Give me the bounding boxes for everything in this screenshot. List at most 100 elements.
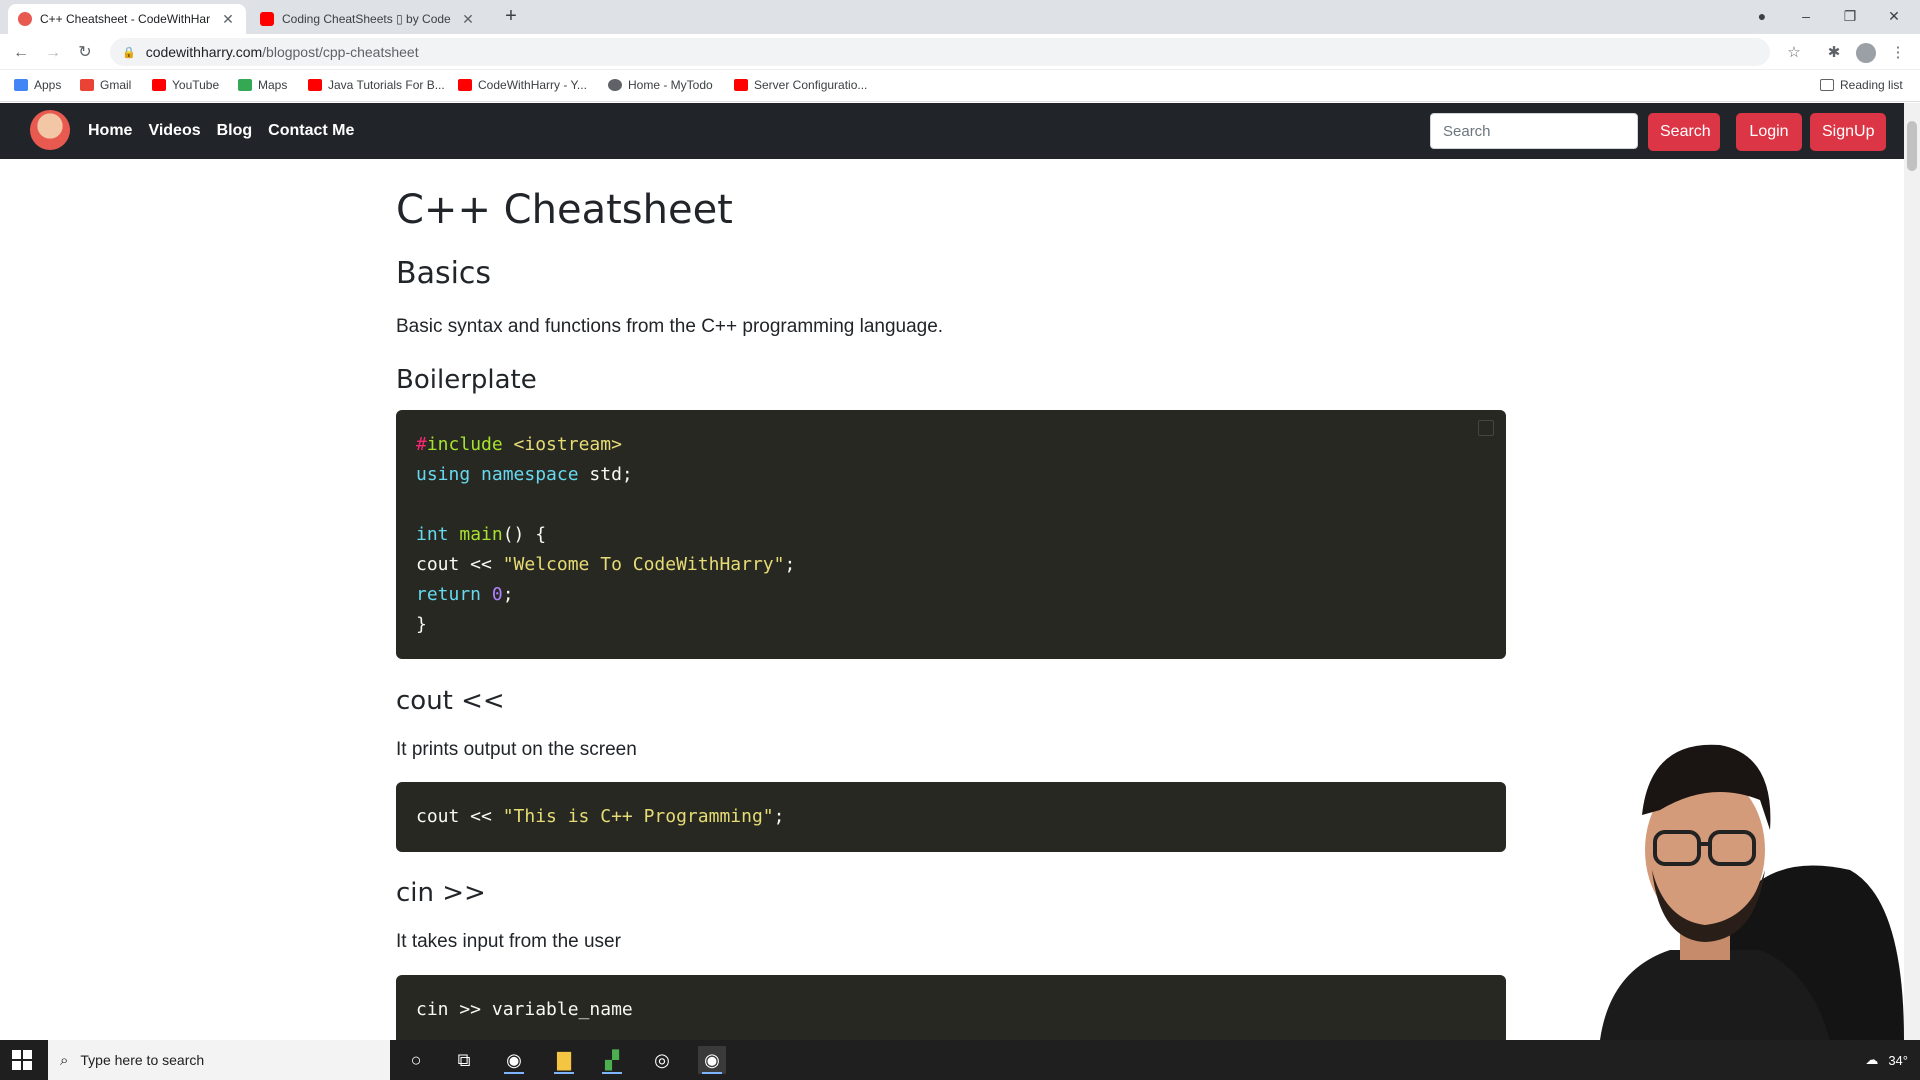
bookmark-apps[interactable]: Apps <box>14 78 61 92</box>
reading-list[interactable]: Reading list <box>1820 78 1903 92</box>
bookmark-youtube[interactable]: YouTube <box>152 78 219 92</box>
code-line: cin >> variable_name <box>416 999 633 1020</box>
code-block-boilerplate: #include <iostream> using namespace std;… <box>396 410 1506 659</box>
url-bar[interactable]: 🔒 codewithharry.com /blogpost/cpp-cheats… <box>110 38 1770 66</box>
extensions-icon[interactable]: ✱ <box>1824 43 1844 63</box>
bookmark-label: Home - MyTodo <box>628 78 713 92</box>
webcam-presenter-overlay <box>1560 720 1904 1040</box>
cin-description: It takes input from the user <box>396 931 621 952</box>
bookmark-label: Gmail <box>100 78 132 92</box>
chrome-icon[interactable]: ◉ <box>500 1046 528 1074</box>
bookmarks-bar: Apps Gmail YouTube Maps Java Tutorials F… <box>0 70 1920 102</box>
close-window-icon[interactable]: ✕ <box>1872 0 1916 34</box>
cortana-icon[interactable]: ○ <box>402 1046 430 1074</box>
code-line: using namespace std; <box>416 464 633 485</box>
section-heading-cout: cout << <box>396 686 505 716</box>
reading-list-icon <box>1820 79 1834 91</box>
page-scrollbar[interactable] <box>1904 103 1920 1040</box>
tab-favicon <box>18 12 32 26</box>
windows-start-icon[interactable] <box>12 1050 32 1070</box>
nav-contact[interactable]: Contact Me <box>268 122 354 140</box>
bookmark-label: Maps <box>258 78 288 92</box>
url-path: /blogpost/cpp-cheatsheet <box>262 44 419 60</box>
windows-taskbar: ⌕ Type here to search ○ ⧉ ◉ ▇ ▞ ◎ ◉ ☁ 34… <box>0 1040 1920 1080</box>
bookmark-label: Server Configuratio... <box>754 78 868 92</box>
search-icon: ⌕ <box>60 1051 69 1069</box>
taskbar-search-placeholder: Type here to search <box>80 1052 205 1068</box>
code-line: cout << "This is C++ Programming"; <box>416 806 785 827</box>
bookmark-gmail[interactable]: Gmail <box>80 78 131 92</box>
nav-blog[interactable]: Blog <box>217 122 253 140</box>
restore-icon[interactable]: ❐ <box>1828 0 1872 34</box>
task-view-icon[interactable]: ⧉ <box>450 1046 478 1074</box>
editor-app-icon[interactable]: ▞ <box>598 1046 626 1074</box>
nav-home[interactable]: Home <box>88 122 132 140</box>
obs-icon[interactable]: ◎ <box>648 1046 676 1074</box>
weather-temp[interactable]: 34° <box>1888 1053 1908 1068</box>
code-line: #include <iostream> <box>416 434 622 455</box>
bookmark-maps[interactable]: Maps <box>238 78 287 92</box>
section-heading-cin: cin >> <box>396 878 486 908</box>
bookmark-label: CodeWithHarry - Y... <box>478 78 587 92</box>
login-button[interactable]: Login <box>1736 113 1802 151</box>
forward-arrow-icon[interactable]: → <box>42 42 64 64</box>
back-arrow-icon[interactable]: ← <box>10 42 32 64</box>
youtube-icon <box>308 79 322 91</box>
cout-description: It prints output on the screen <box>396 739 637 760</box>
minimize-icon[interactable]: – <box>1784 0 1828 34</box>
new-tab-button[interactable]: + <box>500 6 522 28</box>
browser-tab-active[interactable]: C++ Cheatsheet - CodeWithHar ✕ <box>8 4 246 34</box>
youtube-favicon-icon <box>260 12 274 26</box>
section-heading-boilerplate: Boilerplate <box>396 365 537 395</box>
tab-title: Coding CheatSheets ▯ by Code <box>282 12 451 26</box>
signup-button[interactable]: SignUp <box>1810 113 1886 151</box>
presenter-image <box>1600 744 1904 1040</box>
bookmark-mytodo[interactable]: Home - MyTodo <box>608 78 713 92</box>
menu-kebab-icon[interactable]: ⋮ <box>1888 43 1908 63</box>
code-block-cout: cout << "This is C++ Programming"; <box>396 782 1506 852</box>
basics-description: Basic syntax and functions from the C++ … <box>396 316 944 337</box>
avatar[interactable] <box>1856 43 1876 63</box>
bookmark-server-config[interactable]: Server Configuratio... <box>734 78 867 92</box>
bookmark-label: Java Tutorials For B... <box>328 78 445 92</box>
site-logo[interactable] <box>30 110 70 150</box>
site-search-input[interactable] <box>1430 113 1638 149</box>
youtube-icon <box>152 79 166 91</box>
bookmark-label: YouTube <box>172 78 220 92</box>
copy-icon[interactable] <box>1478 420 1494 436</box>
search-button[interactable]: Search <box>1648 113 1720 151</box>
bookmark-codewithharry[interactable]: CodeWithHarry - Y... <box>458 78 587 92</box>
taskbar-search-input[interactable]: ⌕ Type here to search <box>48 1040 390 1080</box>
globe-icon <box>608 79 622 91</box>
nav-videos[interactable]: Videos <box>148 122 200 140</box>
bookmark-star-icon[interactable]: ☆ <box>1784 43 1804 63</box>
tab-title: C++ Cheatsheet - CodeWithHar <box>40 12 211 26</box>
code-block-cin: cin >> variable_name <box>396 975 1506 1045</box>
bookmark-label: Apps <box>34 78 62 92</box>
close-tab-icon[interactable]: ✕ <box>220 11 236 28</box>
browser-tab[interactable]: Coding CheatSheets ▯ by Code ✕ <box>250 4 486 34</box>
chrome-active-icon[interactable]: ◉ <box>698 1046 726 1074</box>
section-heading-basics: Basics <box>396 256 492 291</box>
youtube-icon <box>458 79 472 91</box>
bookmark-java-tutorials[interactable]: Java Tutorials For B... <box>308 78 445 92</box>
nav-links: Home Videos Blog Contact Me <box>88 103 354 159</box>
system-tray: ☁ 34° <box>1865 1040 1908 1080</box>
file-explorer-icon[interactable]: ▇ <box>550 1046 578 1074</box>
maps-icon <box>238 79 252 91</box>
close-tab-icon[interactable]: ✕ <box>460 11 476 28</box>
gmail-icon <box>80 79 94 91</box>
reading-list-label: Reading list <box>1840 78 1903 92</box>
code-line: cout << "Welcome To CodeWithHarry"; <box>416 554 796 575</box>
code-line: } <box>416 614 427 635</box>
profile-dot-icon[interactable]: ● <box>1740 0 1784 34</box>
lock-icon: 🔒 <box>122 46 136 59</box>
url-host: codewithharry.com <box>145 44 263 60</box>
page-title: C++ Cheatsheet <box>396 187 733 233</box>
reload-icon[interactable]: ↻ <box>74 42 96 64</box>
code-line: return 0; <box>416 584 514 605</box>
address-toolbar: ← → ↻ 🔒 codewithharry.com /blogpost/cpp-… <box>0 34 1920 70</box>
code-line: int main() { <box>416 524 547 545</box>
scrollbar-thumb[interactable] <box>1907 121 1917 171</box>
